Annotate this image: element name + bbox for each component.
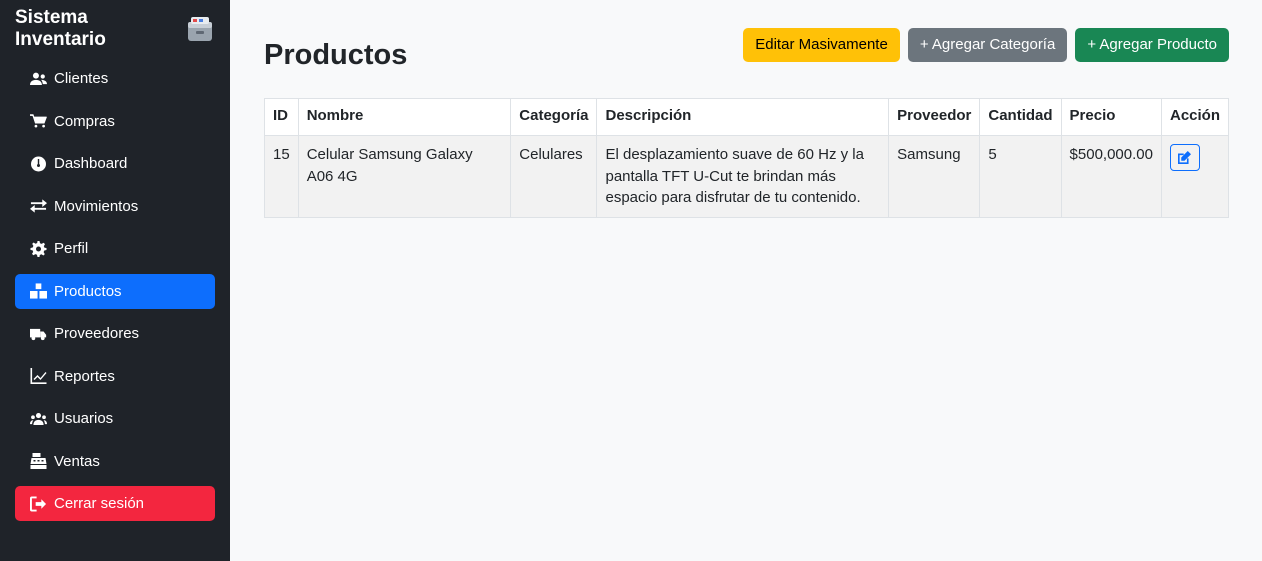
add-product-button[interactable]: + Agregar Producto — [1075, 27, 1229, 62]
sidebar-item-label: Productos — [54, 282, 122, 300]
sidebar-item-label: Proveedores — [54, 325, 140, 342]
chart-line-icon — [29, 368, 47, 384]
sidebar-item-ventas[interactable]: Ventas — [15, 444, 215, 479]
sidebar-item-label: Dashboard — [54, 155, 128, 172]
sidebar: Sistema Inventario Clientes Compras Dash… — [0, 0, 230, 561]
edit-icon — [1178, 151, 1192, 164]
sidebar-item-compras[interactable]: Compras — [15, 104, 215, 139]
cell-proveedor: Samsung — [888, 135, 981, 218]
sidebar-item-perfil[interactable]: Perfil — [15, 231, 215, 266]
sidebar-item-label: Clientes — [54, 70, 109, 87]
column-header-nombre: Nombre — [297, 98, 512, 136]
brand[interactable]: Sistema Inventario — [15, 0, 215, 58]
cell-descripcion: El desplazamiento suave de 60 Hz y la pa… — [596, 135, 890, 218]
sidebar-item-clientes[interactable]: Clientes — [15, 61, 215, 96]
cell-categoria: Celulares — [510, 135, 598, 218]
logout-button[interactable]: Cerrar sesión — [15, 486, 215, 521]
users-icon — [29, 71, 47, 87]
column-header-cantidad: Cantidad — [979, 98, 1062, 136]
cell-nombre: Celular Samsung Galaxy A06 4G — [297, 135, 512, 218]
archive-box-icon — [185, 14, 215, 44]
sidebar-item-proveedores[interactable]: Proveedores — [15, 316, 215, 351]
sidebar-nav: Clientes Compras Dashboard Movimientos P… — [15, 61, 215, 521]
cell-cantidad: 5 — [979, 135, 1062, 218]
sidebar-item-reportes[interactable]: Reportes — [15, 359, 215, 394]
sidebar-item-label: Usuarios — [54, 410, 114, 427]
sidebar-item-usuarios[interactable]: Usuarios — [15, 401, 215, 436]
cash-register-icon — [29, 453, 47, 469]
products-table: ID Nombre Categoría Descripción Proveedo… — [264, 98, 1230, 218]
logout-label: Cerrar sesión — [54, 495, 145, 512]
sidebar-item-label: Ventas — [54, 452, 100, 470]
sidebar-item-dashboard[interactable]: Dashboard — [15, 146, 215, 181]
edit-product-button[interactable] — [1169, 144, 1200, 171]
sidebar-item-productos[interactable]: Productos — [15, 273, 215, 309]
gauge-icon — [29, 156, 47, 172]
table-header-row: ID Nombre Categoría Descripción Proveedo… — [264, 98, 1230, 136]
table-body: 15 Celular Samsung Galaxy A06 4G Celular… — [264, 135, 1230, 218]
cell-accion — [1160, 135, 1230, 218]
table-header: ID Nombre Categoría Descripción Proveedo… — [264, 98, 1230, 136]
users-group-icon — [29, 411, 47, 427]
column-header-categoria: Categoría — [510, 98, 598, 136]
cart-icon — [29, 113, 47, 129]
column-header-precio: Precio — [1060, 98, 1162, 136]
main-content: Productos Editar Masivamente + Agregar C… — [264, 0, 1230, 218]
sidebar-item-movimientos[interactable]: Movimientos — [15, 189, 215, 224]
sidebar-item-label: Compras — [54, 112, 115, 130]
column-header-descripcion: Descripción — [596, 98, 890, 136]
cell-precio: $500,000.00 — [1060, 135, 1162, 218]
boxes-icon — [29, 283, 47, 299]
sidebar-item-label: Reportes — [54, 367, 115, 385]
gear-icon — [29, 240, 47, 257]
table-row: 15 Celular Samsung Galaxy A06 4G Celular… — [264, 135, 1230, 218]
page-title: Productos — [264, 38, 408, 71]
sidebar-item-label: Perfil — [54, 240, 89, 257]
brand-title: Sistema Inventario — [15, 7, 106, 50]
sign-out-icon — [29, 495, 47, 512]
exchange-icon — [29, 198, 47, 214]
bulk-edit-button[interactable]: Editar Masivamente — [743, 27, 900, 62]
cell-id: 15 — [264, 135, 299, 218]
page-header: Productos Editar Masivamente + Agregar C… — [264, 0, 1229, 98]
header-actions: Editar Masivamente + Agregar Categoría +… — [743, 27, 1229, 62]
sidebar-item-label: Movimientos — [54, 197, 139, 215]
truck-icon — [29, 326, 47, 342]
column-header-id: ID — [264, 98, 299, 136]
add-category-button[interactable]: + Agregar Categoría — [907, 27, 1068, 62]
column-header-accion: Acción — [1160, 98, 1230, 136]
column-header-proveedor: Proveedor — [888, 98, 981, 136]
